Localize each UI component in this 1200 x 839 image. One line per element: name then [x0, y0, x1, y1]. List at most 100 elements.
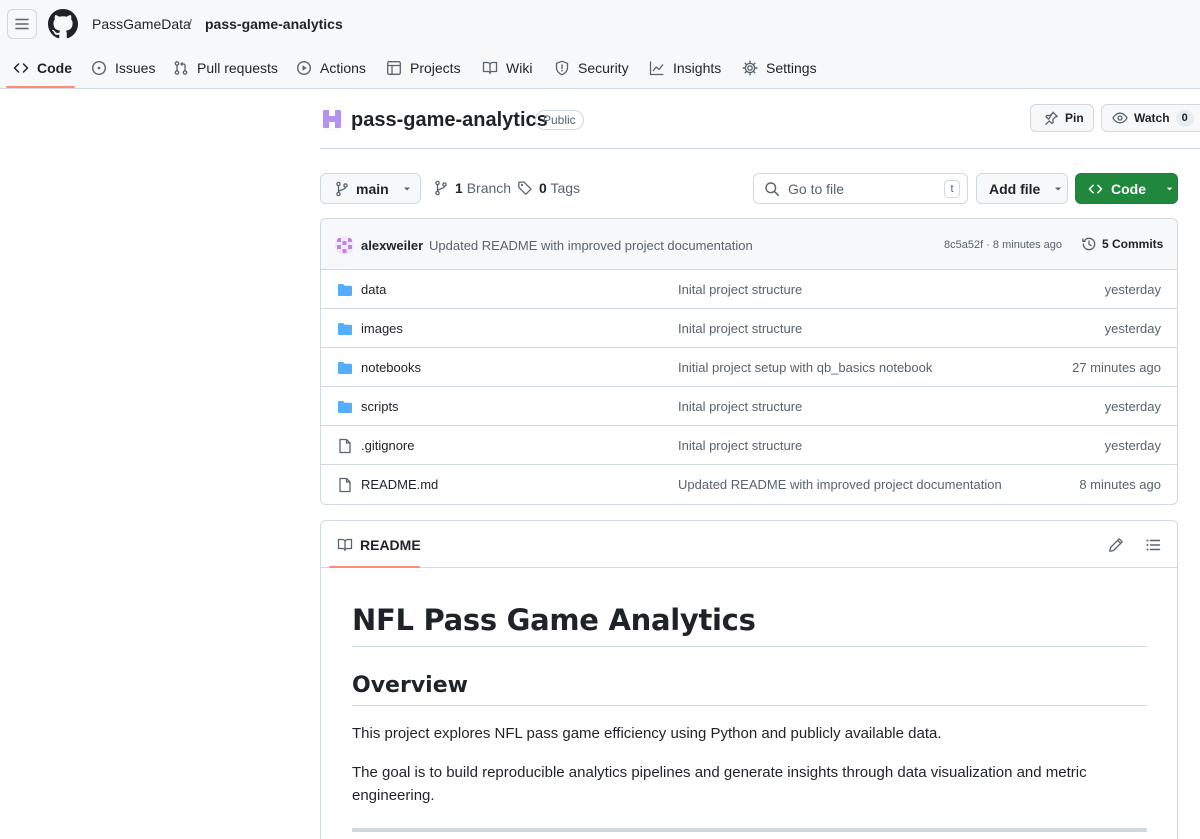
commit-message[interactable]: Updated README with improved project doc…	[429, 238, 753, 253]
go-to-file-input[interactable]: Go to file t	[753, 173, 968, 204]
folder-icon	[338, 323, 352, 335]
code-icon	[13, 63, 29, 73]
file-commit-message[interactable]: Inital project structure	[678, 282, 802, 297]
breadcrumb-separator: /	[188, 16, 192, 32]
latest-commit-bar: alexweiler Updated README with improved …	[321, 219, 1177, 270]
book-icon	[337, 538, 353, 552]
file-commit-message[interactable]: Updated README with improved project doc…	[678, 477, 1002, 492]
play-icon	[296, 60, 312, 76]
commit-count-label: 5 Commits	[1102, 237, 1164, 251]
git-branch-icon	[336, 181, 348, 196]
caret-down-icon	[403, 187, 410, 190]
watch-label: Watch	[1134, 111, 1170, 125]
add-file-button[interactable]: Add file	[976, 173, 1068, 204]
file-commit-time: yesterday	[1104, 321, 1161, 336]
readme-paragraph: This project explores NFL pass game effi…	[352, 725, 942, 742]
branch-selector[interactable]: main	[320, 173, 421, 204]
file-name[interactable]: README.md	[361, 477, 438, 492]
graph-icon	[649, 61, 664, 76]
issue-icon	[91, 60, 107, 76]
file-commit-message[interactable]: Inital project structure	[678, 438, 802, 453]
branch-name: main	[356, 180, 389, 197]
file-row[interactable]: images Inital project structure yesterda…	[321, 309, 1177, 348]
file-commit-message[interactable]: Initial project setup with qb_basics not…	[678, 360, 932, 375]
watch-button[interactable]: Watch 0	[1101, 104, 1200, 132]
pencil-icon[interactable]	[1108, 537, 1124, 553]
identicon-icon	[335, 236, 354, 255]
commits-link[interactable]: 5 Commits	[1081, 236, 1163, 252]
hamburger-menu-button[interactable]	[7, 9, 37, 39]
file-name[interactable]: scripts	[361, 399, 399, 414]
branch-label: Branch	[466, 180, 512, 196]
git-branch-icon	[435, 180, 447, 196]
identicon-icon	[320, 107, 344, 131]
tab-label: Code	[37, 60, 72, 76]
breadcrumb-repo[interactable]: pass-game-analytics	[205, 16, 343, 32]
readme-tab[interactable]: README	[337, 537, 421, 553]
tab-code[interactable]: Code	[13, 48, 72, 88]
file-row[interactable]: .gitignore Inital project structure yest…	[321, 426, 1177, 465]
commit-author[interactable]: alexweiler	[361, 238, 423, 253]
file-commit-time: 27 minutes ago	[1072, 360, 1161, 375]
file-row[interactable]: scripts Inital project structure yesterd…	[321, 387, 1177, 426]
tags-link[interactable]: 0 Tags	[517, 180, 580, 196]
tab-label: Wiki	[506, 60, 533, 76]
tab-settings[interactable]: Settings	[742, 48, 817, 88]
readme-section-heading: Overview	[352, 673, 468, 698]
readme-tab-label: README	[360, 537, 421, 553]
repo-title[interactable]: pass-game-analytics	[351, 108, 548, 132]
code-icon	[1088, 184, 1103, 193]
file-browser: alexweiler Updated README with improved …	[320, 218, 1178, 505]
file-icon	[339, 477, 351, 493]
readme-title: NFL Pass Game Analytics	[352, 603, 756, 637]
code-dropdown-button[interactable]: Code	[1075, 173, 1178, 204]
file-name[interactable]: images	[361, 321, 403, 336]
file-row[interactable]: data Inital project structure yesterday	[321, 270, 1177, 309]
pin-button[interactable]: Pin	[1030, 104, 1094, 132]
commit-author-avatar[interactable]	[335, 236, 354, 255]
hamburger-icon	[15, 18, 29, 30]
file-name[interactable]: .gitignore	[361, 438, 414, 453]
file-commit-time: yesterday	[1104, 282, 1161, 297]
eye-icon	[1112, 112, 1128, 124]
add-file-label: Add file	[989, 180, 1041, 197]
keyboard-shortcut-hint: t	[944, 180, 960, 198]
list-unordered-icon[interactable]	[1145, 537, 1161, 553]
active-tab-indicator	[6, 86, 75, 88]
tab-label: Pull requests	[197, 60, 278, 76]
tab-security[interactable]: Security	[554, 48, 629, 88]
tab-label: Security	[578, 60, 629, 76]
pin-icon	[1045, 111, 1058, 126]
file-commit-message[interactable]: Inital project structure	[678, 321, 802, 336]
commit-sha-time[interactable]: 8c5a52f · 8 minutes ago	[944, 239, 1062, 251]
file-name[interactable]: notebooks	[361, 360, 421, 375]
github-logo-icon[interactable]	[48, 9, 78, 39]
repo-owner-avatar[interactable]	[320, 107, 344, 131]
breadcrumb-owner[interactable]: PassGameData	[92, 16, 191, 32]
search-icon	[765, 181, 780, 196]
pull-request-icon	[174, 61, 188, 75]
tag-count: 0	[539, 180, 547, 196]
file-name[interactable]: data	[361, 282, 386, 297]
repo-header: PassGameData / pass-game-analytics Code …	[0, 0, 1200, 89]
branches-link[interactable]: 1 Branch	[433, 180, 511, 196]
tab-label: Settings	[766, 60, 817, 76]
caret-down-icon	[1166, 187, 1173, 190]
gear-icon	[742, 60, 758, 76]
tab-issues[interactable]: Issues	[91, 48, 155, 88]
file-commit-message[interactable]: Inital project structure	[678, 399, 802, 414]
go-to-file-placeholder: Go to file	[788, 180, 845, 197]
tab-pull-requests[interactable]: Pull requests	[173, 48, 278, 88]
readme-tab-indicator	[329, 566, 420, 568]
file-row[interactable]: README.md Updated README with improved p…	[321, 465, 1177, 504]
horizontal-rule	[352, 828, 1147, 832]
readme-paragraph: The goal is to build reproducible analyt…	[352, 764, 1087, 804]
file-commit-time: yesterday	[1104, 438, 1161, 453]
tab-projects[interactable]: Projects	[386, 48, 461, 88]
tab-actions[interactable]: Actions	[296, 48, 366, 88]
folder-icon	[338, 284, 352, 296]
tab-wiki[interactable]: Wiki	[482, 48, 532, 88]
tab-insights[interactable]: Insights	[649, 48, 721, 88]
tab-label: Actions	[320, 60, 366, 76]
file-row[interactable]: notebooks Initial project setup with qb_…	[321, 348, 1177, 387]
